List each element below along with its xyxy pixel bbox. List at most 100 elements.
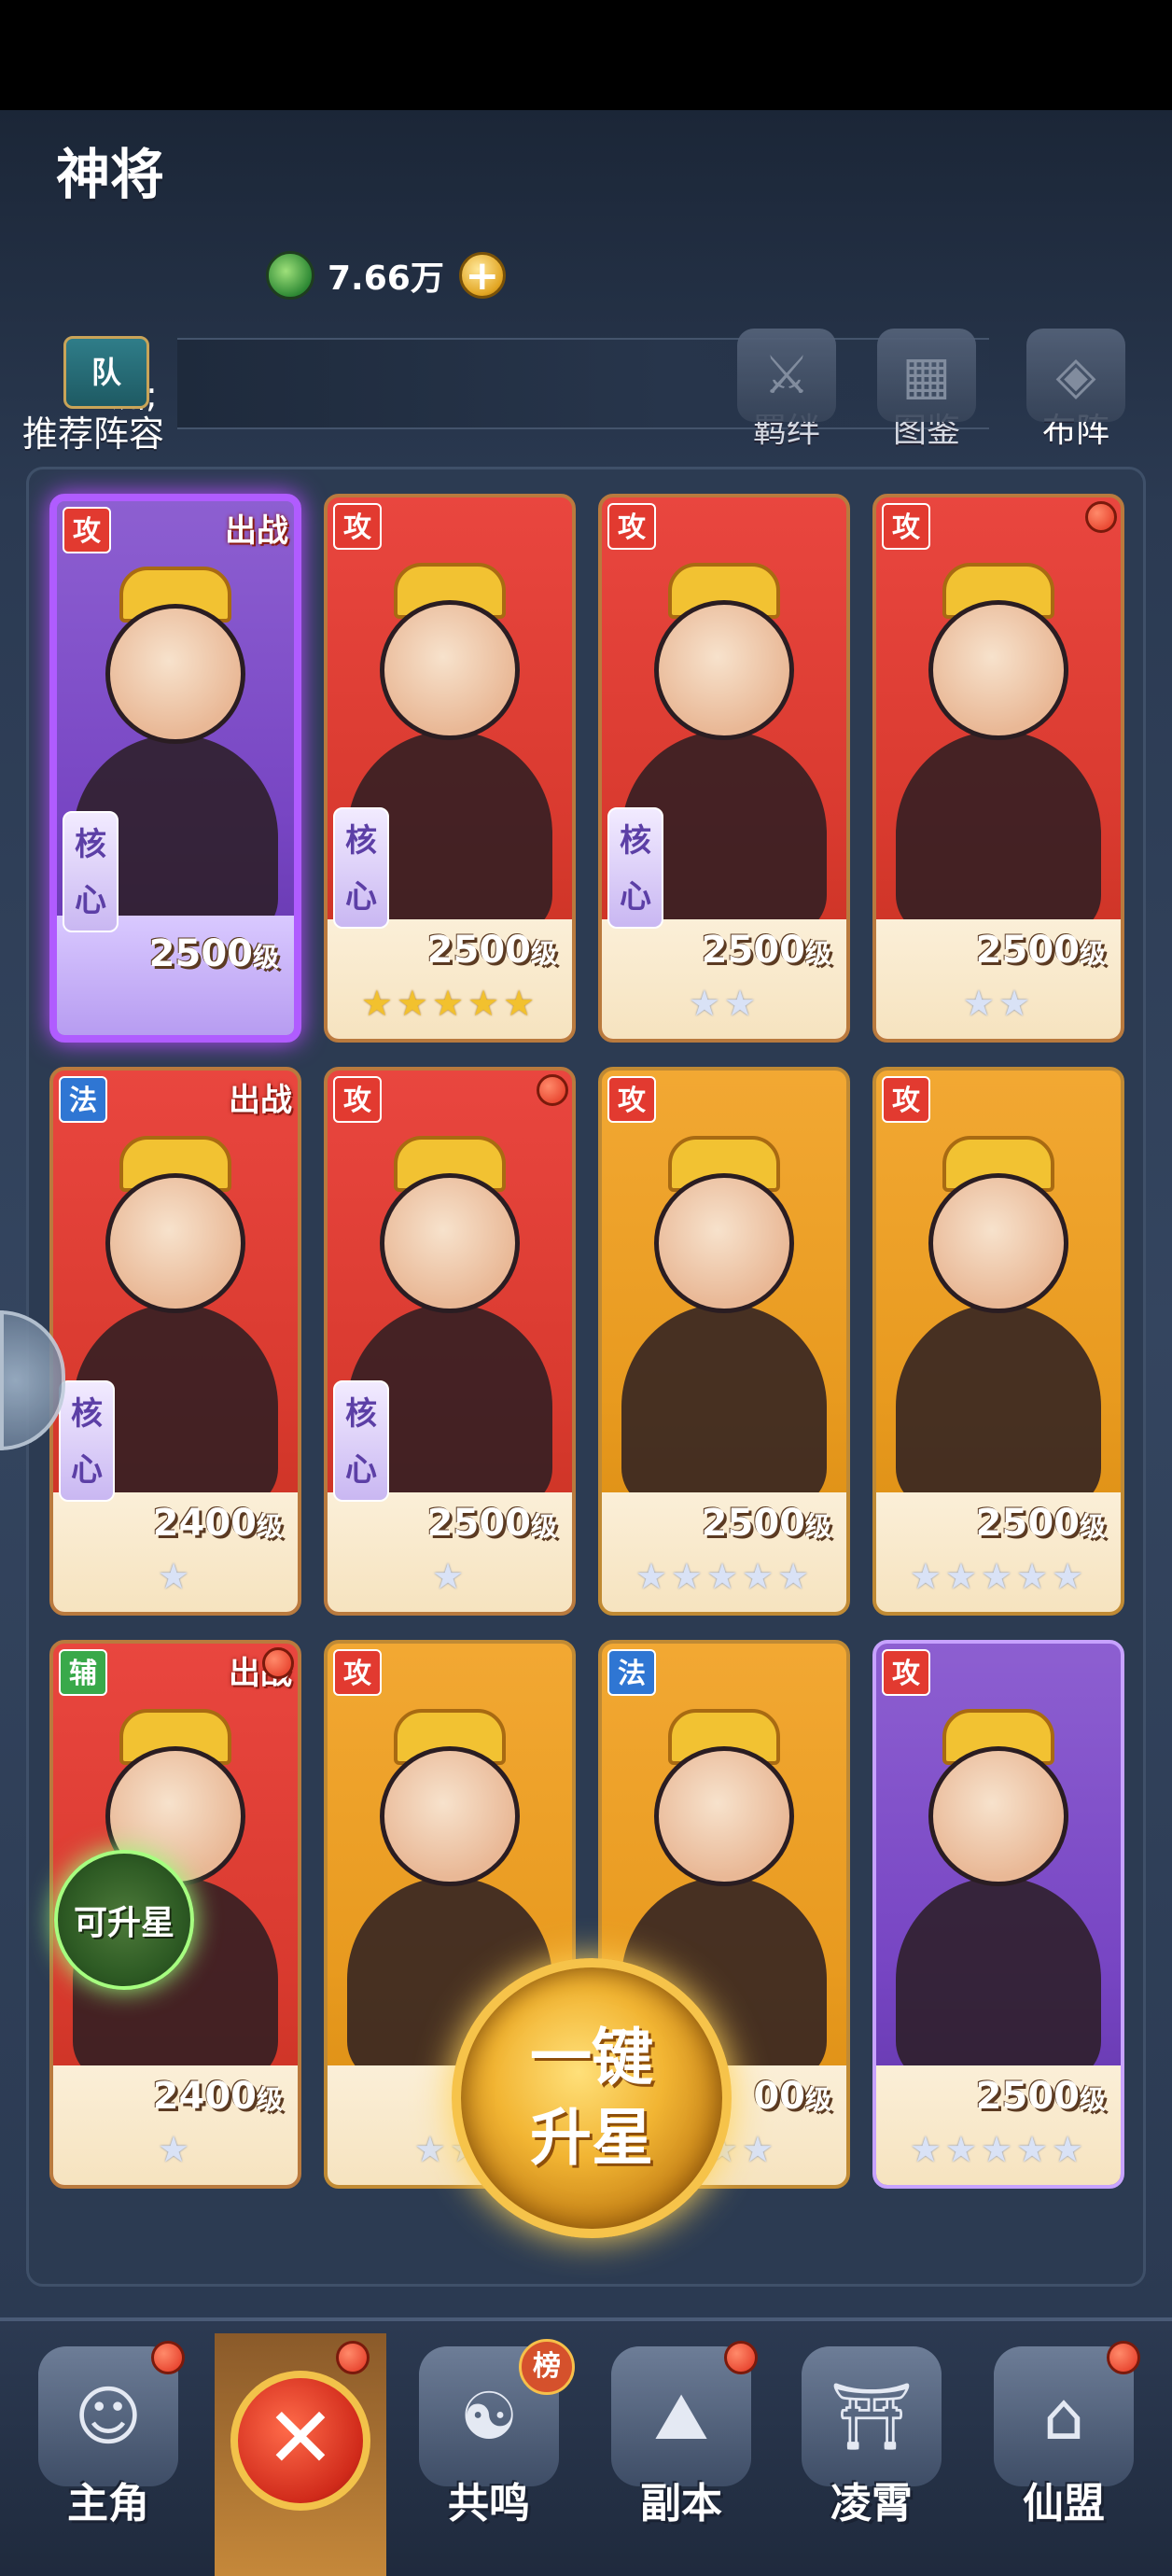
nav-guild[interactable]: ⌂ 仙盟 <box>970 2333 1157 2576</box>
hero-portrait <box>602 1071 846 1509</box>
star-rating: ★★★★★ <box>909 1556 1088 1597</box>
hero-level: 2500级 <box>427 1502 557 1545</box>
hero-level: 2500级 <box>149 932 279 975</box>
hero-card[interactable]: 攻 2500级 ★★★★★ <box>598 1067 850 1616</box>
hero-type-icon: 攻 <box>607 503 656 550</box>
level-value: 2500 <box>975 1502 1080 1545</box>
level-unit: 级 <box>1079 1511 1106 1542</box>
hero-card[interactable]: 攻 出战核心 2500级 <box>49 494 301 1043</box>
hero-level: 2500级 <box>427 929 557 972</box>
star-rating: ★★★★★ <box>360 983 539 1024</box>
notification-dot <box>151 2341 185 2374</box>
hero-level: 2500级 <box>702 929 831 972</box>
level-unit: 级 <box>804 2084 831 2115</box>
formation-icon: ◈ <box>1026 329 1125 422</box>
close-icon[interactable]: ✕ <box>230 2371 370 2511</box>
bond-icon: ⚔ <box>737 329 836 422</box>
star-rating: ★ <box>431 1556 468 1597</box>
level-value: 2500 <box>701 929 805 972</box>
hero-level: 2400级 <box>153 1502 283 1545</box>
core-badge: 核心 <box>333 807 389 929</box>
hero-level: 2500级 <box>976 2075 1106 2118</box>
hero-type-icon: 法 <box>59 1076 107 1123</box>
notification-dot <box>262 1647 294 1679</box>
level-value: 2500 <box>701 1502 805 1545</box>
notification-dot <box>1107 2341 1140 2374</box>
nav-dungeon[interactable]: ⛰ 副本 <box>588 2333 774 2576</box>
star-rating: ★★ <box>962 983 1035 1024</box>
hero-card[interactable]: 攻 2500级 ★★★★★ <box>872 1640 1124 2189</box>
level-value: 2400 <box>152 1502 257 1545</box>
level-value: 00 <box>753 2075 805 2118</box>
level-unit: 级 <box>1079 938 1106 969</box>
level-unit: 级 <box>252 942 279 973</box>
formation-button[interactable]: ◈ 布阵 <box>1015 329 1137 452</box>
hero-type-icon: 攻 <box>333 503 382 550</box>
codex-button[interactable]: ▦ 图鉴 <box>866 329 987 452</box>
hero-level: 2500级 <box>702 1502 831 1545</box>
hero-level: 00级 <box>753 2075 831 2118</box>
level-unit: 级 <box>256 1511 283 1542</box>
core-badge: 核心 <box>63 811 119 932</box>
hero-type-icon: 攻 <box>333 1076 382 1123</box>
hero-portrait <box>876 1644 1121 2082</box>
nav-resonance[interactable]: ☯ 共鸣 榜 <box>396 2333 582 2576</box>
team-badge-icon[interactable]: 队 <box>63 336 149 409</box>
can-upstar-bubble[interactable]: 可升星 <box>54 1850 194 1990</box>
rank-badge: 榜 <box>519 2339 575 2395</box>
hero-card[interactable]: 攻核心 2500级 ★★★★★ <box>324 494 576 1043</box>
star-rating: ★ <box>157 2129 194 2170</box>
hero-type-icon: 攻 <box>63 507 111 553</box>
hero-card[interactable]: 攻核心 2500级 ★★ <box>598 494 850 1043</box>
level-unit: 级 <box>804 938 831 969</box>
hero-portrait <box>876 497 1121 936</box>
hero-card[interactable]: 攻 2500级 ★★★★★ <box>872 1067 1124 1616</box>
level-unit: 级 <box>530 1511 557 1542</box>
codex-icon: ▦ <box>877 329 976 422</box>
core-badge: 核心 <box>59 1380 115 1502</box>
nav-close[interactable]: ✕ <box>215 2333 386 2576</box>
palace-icon: ⛩ <box>802 2346 942 2486</box>
level-value: 2500 <box>975 929 1080 972</box>
star-rating: ★★★★★ <box>909 2129 1088 2170</box>
notification-dot <box>724 2341 758 2374</box>
hero-type-icon: 攻 <box>333 1649 382 1696</box>
one-key-line1: 一键 <box>530 2022 653 2093</box>
hero-level: 2400级 <box>153 2075 283 2118</box>
currency-display: 7.66万 + <box>266 250 518 301</box>
hero-card[interactable]: 攻核心 2500级 ★ <box>324 1067 576 1616</box>
level-unit: 级 <box>256 2084 283 2115</box>
add-currency-button[interactable]: + <box>458 252 506 299</box>
hero-type-icon: 攻 <box>882 1649 930 1696</box>
notification-dot <box>537 1074 568 1106</box>
currency-amount: 7.66万 <box>328 259 444 298</box>
hero-level: 2500级 <box>976 929 1106 972</box>
core-badge: 核心 <box>607 807 663 929</box>
hero-type-icon: 攻 <box>607 1076 656 1123</box>
level-unit: 级 <box>1079 2084 1106 2115</box>
status-bar <box>0 0 1172 110</box>
hero-type-icon: 攻 <box>882 503 930 550</box>
hero-portrait <box>876 1071 1121 1509</box>
star-rating: ★★★★★ <box>635 1556 814 1597</box>
star-rating: ★ <box>157 1556 194 1597</box>
recommend-lineup-button[interactable]: 推荐阵容 <box>22 405 164 456</box>
hero-type-icon: 法 <box>607 1649 656 1696</box>
one-key-line2: 升星 <box>530 2102 653 2174</box>
one-key-upstar-button[interactable]: 一键 升星 <box>452 1958 732 2238</box>
jade-coin-icon <box>266 251 314 300</box>
hero-card[interactable]: 法 出战核心 2400级 ★ <box>49 1067 301 1616</box>
notification-dot <box>1085 501 1117 533</box>
hero-type-icon: 攻 <box>882 1076 930 1123</box>
deployed-badge: 出战 <box>229 1082 292 1119</box>
level-value: 2400 <box>152 2075 257 2118</box>
level-value: 2500 <box>426 1502 531 1545</box>
deployed-badge: 出战 <box>225 512 288 550</box>
star-rating: ★★ <box>688 983 760 1024</box>
nav-hero[interactable]: ☺ 主角 <box>15 2333 202 2576</box>
bond-button[interactable]: ⚔ 羁绊 <box>726 329 847 452</box>
page-title: 神将 <box>56 143 165 206</box>
hero-type-icon: 辅 <box>59 1649 107 1696</box>
nav-palace[interactable]: ⛩ 凌霄 <box>778 2333 965 2576</box>
hero-card[interactable]: 攻 2500级 ★★ <box>872 494 1124 1043</box>
